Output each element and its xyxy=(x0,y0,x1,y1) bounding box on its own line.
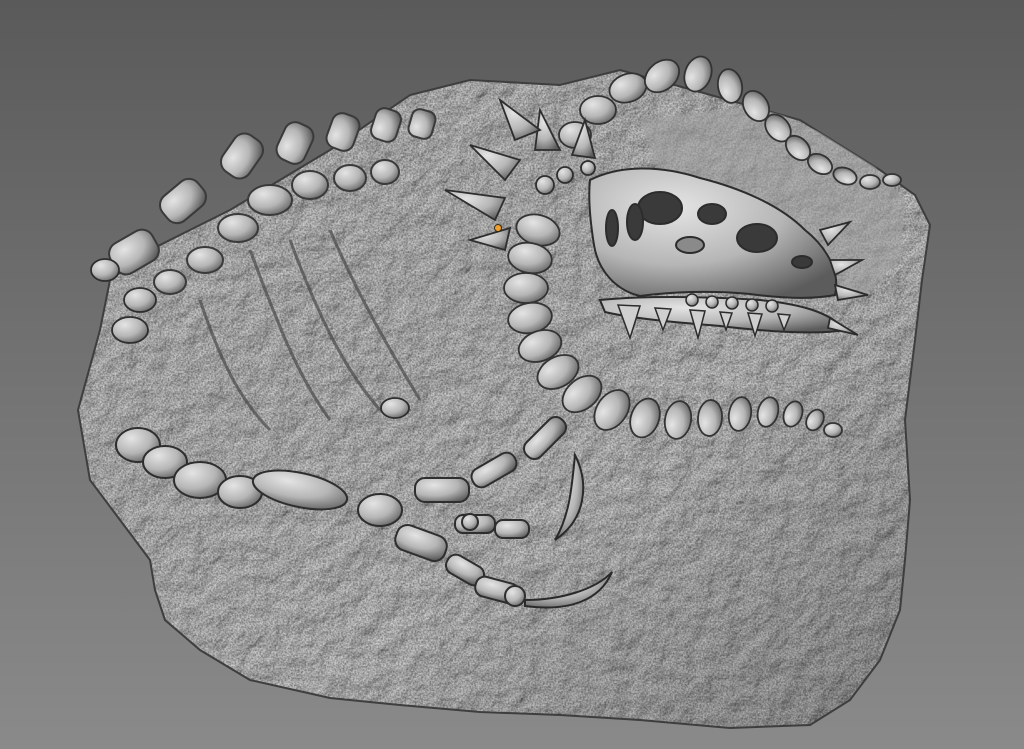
3d-viewport[interactable] xyxy=(0,0,1024,749)
object-origin-dot[interactable] xyxy=(494,224,502,232)
sculpt-model[interactable] xyxy=(0,0,1024,749)
